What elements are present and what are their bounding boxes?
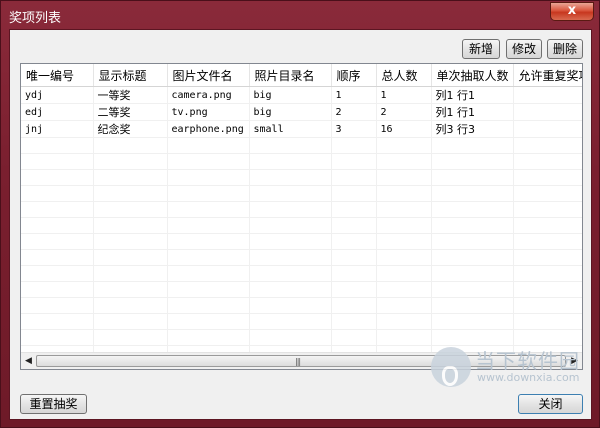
table-cell: 2 (331, 103, 377, 121)
empty-row (21, 217, 582, 234)
scroll-right-icon[interactable]: ▶ (571, 356, 578, 366)
table-cell (513, 103, 582, 121)
table-cell: 列1 行1 (431, 103, 514, 121)
table-cell: 16 (376, 120, 432, 138)
add-button[interactable]: 新增 (462, 39, 500, 59)
horizontal-scrollbar[interactable]: ◀ ||| ▶ (21, 352, 582, 369)
table-cell: 2 (376, 103, 432, 121)
table-cell: ydj (21, 86, 94, 104)
empty-row (21, 329, 582, 346)
empty-row (21, 137, 582, 154)
table-cell (513, 120, 582, 138)
column-header-title[interactable]: 显示标题 (93, 64, 168, 87)
table-cell: jnj (21, 120, 94, 138)
table-cell: 二等奖 (93, 103, 168, 121)
empty-row (21, 265, 582, 282)
award-table[interactable]: 唯一编号 显示标题 图片文件名 照片目录名 顺序 总人数 单次抽取人数 允许重复… (20, 63, 583, 370)
table-cell: camera.png (167, 86, 250, 104)
title-bar[interactable]: 奖项列表 x (1, 1, 600, 29)
table-cell: 3 (331, 120, 377, 138)
column-header-per-draw[interactable]: 单次抽取人数 (431, 64, 514, 87)
scroll-left-icon[interactable]: ◀ (25, 356, 32, 366)
column-header-photo-dir[interactable]: 照片目录名 (249, 64, 332, 87)
table-header-row: 唯一编号 显示标题 图片文件名 照片目录名 顺序 总人数 单次抽取人数 允许重复… (21, 64, 582, 87)
column-header-order[interactable]: 顺序 (331, 64, 377, 87)
column-header-allow-repeat[interactable]: 允许重复奖项 (513, 64, 582, 87)
empty-row (21, 169, 582, 186)
table-cell: 一等奖 (93, 86, 168, 104)
table-cell: 列3 行3 (431, 120, 514, 138)
close-button[interactable]: 关闭 (518, 394, 583, 414)
scroll-thumb[interactable]: ||| (36, 355, 566, 367)
column-header-image-file[interactable]: 图片文件名 (167, 64, 250, 87)
table-cell (513, 86, 582, 104)
window-title: 奖项列表 (9, 11, 62, 26)
table-row[interactable]: edj 二等奖 tv.png big 2 2 列1 行1 (21, 103, 582, 121)
empty-row (21, 281, 582, 298)
empty-row (21, 185, 582, 202)
column-header-total[interactable]: 总人数 (376, 64, 432, 87)
empty-row (21, 233, 582, 250)
award-list-window: 奖项列表 x 新增 修改 删除 唯一编号 显示标题 图片文件名 照片目录名 顺序… (0, 0, 600, 428)
dialog-body: 新增 修改 删除 唯一编号 显示标题 图片文件名 照片目录名 顺序 总人数 单次… (9, 29, 592, 420)
window-close-button[interactable]: x (550, 2, 594, 21)
column-header-id[interactable]: 唯一编号 (21, 64, 94, 87)
table-cell: earphone.png (167, 120, 250, 138)
empty-row (21, 313, 582, 330)
table-cell: tv.png (167, 103, 250, 121)
table-cell: 列1 行1 (431, 86, 514, 104)
table-cell: big (249, 86, 332, 104)
table-cell: edj (21, 103, 94, 121)
reset-draw-button[interactable]: 重置抽奖 (20, 394, 87, 414)
empty-row (21, 249, 582, 266)
table-cell: 1 (331, 86, 377, 104)
empty-row (21, 153, 582, 170)
table-row[interactable]: jnj 纪念奖 earphone.png small 3 16 列3 行3 (21, 120, 582, 138)
empty-row (21, 297, 582, 314)
table-cell: 纪念奖 (93, 120, 168, 138)
close-icon: x (567, 3, 577, 18)
table-row[interactable]: ydj 一等奖 camera.png big 1 1 列1 行1 (21, 86, 582, 104)
delete-button[interactable]: 删除 (547, 39, 583, 59)
empty-row (21, 201, 582, 218)
table-cell: small (249, 120, 332, 138)
table-cell: 1 (376, 86, 432, 104)
edit-button[interactable]: 修改 (506, 39, 542, 59)
grip-icon: ||| (295, 357, 301, 366)
table-cell: big (249, 103, 332, 121)
